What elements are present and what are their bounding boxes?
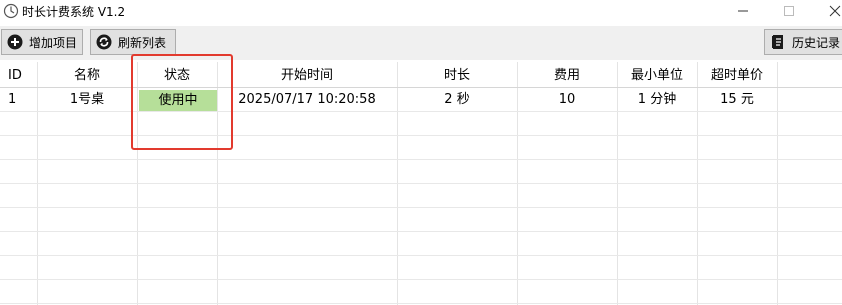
close-icon [829, 5, 841, 17]
cell-overtime-price[interactable]: 15 元 [697, 89, 777, 111]
column-header-id[interactable]: ID [0, 65, 37, 87]
refresh-list-label: 刷新列表 [118, 35, 167, 50]
column-header-name[interactable]: 名称 [37, 65, 137, 87]
cell-min-unit[interactable]: 1 分钟 [617, 89, 697, 111]
title-bar: 时长计费系统 V1.2 [0, 0, 842, 26]
row-divider [0, 207, 842, 208]
row-divider [0, 255, 842, 256]
status-badge[interactable]: 使用中 [139, 90, 217, 111]
maximize-icon [784, 6, 794, 16]
column-header-fee[interactable]: 费用 [517, 65, 617, 87]
cell-duration[interactable]: 2 秒 [397, 89, 517, 111]
window-title: 时长计费系统 V1.2 [22, 5, 126, 19]
row-divider [0, 135, 842, 136]
clock-app-icon [3, 3, 19, 19]
cell-id[interactable]: 1 [0, 89, 37, 111]
close-button[interactable] [812, 0, 842, 22]
cell-name[interactable]: 1号桌 [37, 89, 137, 111]
refresh-icon [96, 34, 112, 50]
minimize-button[interactable] [720, 0, 766, 22]
maximize-button[interactable] [766, 0, 812, 22]
row-divider [0, 231, 842, 232]
refresh-list-button[interactable]: 刷新列表 [90, 29, 176, 55]
history-label: 历史记录 [792, 35, 841, 50]
row-divider [0, 111, 842, 112]
plus-circle-icon [7, 34, 23, 50]
row-divider [0, 183, 842, 184]
minimize-icon [738, 10, 748, 12]
column-header-duration[interactable]: 时长 [397, 65, 517, 87]
billing-table: ID 名称 状态 开始时间 时长 费用 最小单位 超时单价 1 1号桌 使用中 … [0, 62, 842, 305]
cell-start-time[interactable]: 2025/07/17 10:20:58 [217, 89, 397, 111]
add-item-button[interactable]: 增加项目 [1, 29, 83, 55]
row-divider [0, 159, 842, 160]
column-header-start-time[interactable]: 开始时间 [217, 65, 397, 87]
cell-fee[interactable]: 10 [517, 89, 617, 111]
toolbar: 增加项目 刷新列表 历史记录 [0, 26, 842, 60]
add-item-label: 增加项目 [29, 35, 78, 50]
history-book-icon [772, 35, 783, 49]
column-header-min-unit[interactable]: 最小单位 [617, 65, 697, 87]
row-divider [0, 279, 842, 280]
history-button[interactable]: 历史记录 [764, 29, 842, 55]
column-header-overtime-price[interactable]: 超时单价 [697, 65, 777, 87]
row-divider [0, 303, 842, 304]
column-header-status[interactable]: 状态 [137, 65, 217, 87]
header-divider [0, 87, 842, 88]
